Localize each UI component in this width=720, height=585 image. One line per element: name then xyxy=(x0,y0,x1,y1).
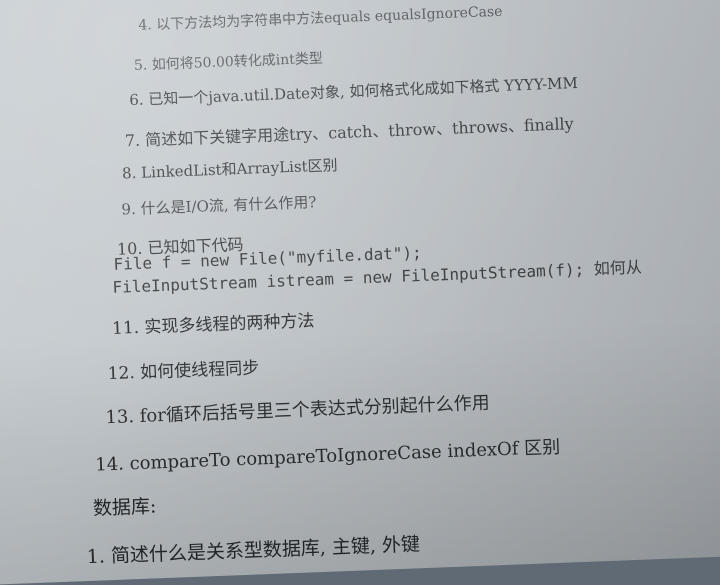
question-6: 6. 已知一个java.util.Date对象, 如何格式化成如下格式 YYYY… xyxy=(128,73,579,110)
database-heading: 数据库: xyxy=(92,495,157,520)
question-11: 11. 实现多线程的两种方法 xyxy=(111,311,315,339)
question-13: 13. for循环后括号里三个表达式分别起什么作用 xyxy=(105,392,491,429)
exam-paper: 4. 以下方法均为字符串中方法equals equalsIgnoreCase 5… xyxy=(0,0,720,585)
question-7: 7. 简述如下关键字用途try、catch、throw、throws、final… xyxy=(124,114,574,151)
question-4: 4. 以下方法均为字符串中方法equals equalsIgnoreCase xyxy=(138,3,503,34)
question-14: 14. compareTo compareToIgnoreCase indexO… xyxy=(94,436,561,476)
question-12: 12. 如何使线程同步 xyxy=(107,358,260,385)
question-8: 8. LinkedList和ArrayList区别 xyxy=(121,156,338,183)
question-9: 9. 什么是I/O流, 有什么作用? xyxy=(121,193,317,219)
database-question-1: 1. 简述什么是关系型数据库, 主键, 外键 xyxy=(86,533,421,569)
question-5: 5. 如何将50.00转化成int类型 xyxy=(133,50,324,74)
